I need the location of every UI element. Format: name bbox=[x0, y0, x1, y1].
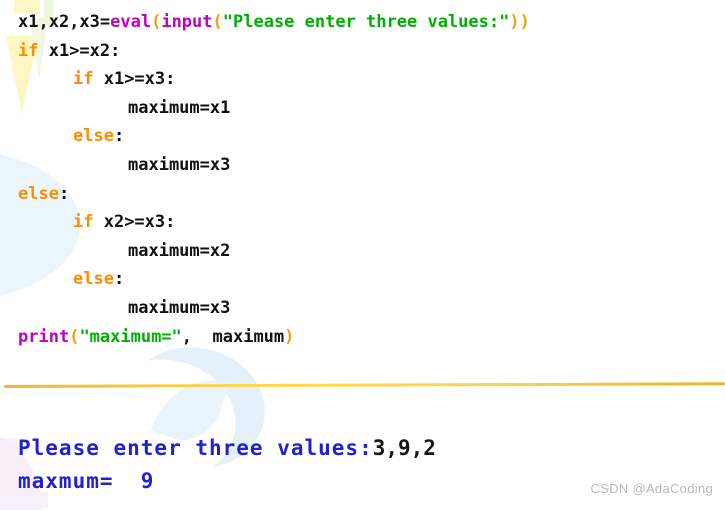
code-token-paren: ( bbox=[69, 326, 80, 347]
console-result-text: maxmum= 9 bbox=[18, 469, 155, 493]
code-listing: x1,x2,x3=eval(input("Please enter three … bbox=[0, 0, 725, 351]
code-line: maximum=x3 bbox=[0, 151, 725, 180]
code-token-plain: x1,x2,x3= bbox=[18, 12, 111, 32]
console-prompt-line: Please enter three values:3,9,2 bbox=[0, 432, 725, 465]
code-line: if x1>=x3: bbox=[0, 65, 725, 94]
code-token-keyword: if bbox=[73, 212, 94, 233]
section-divider bbox=[3, 382, 725, 388]
code-token-plain: , maximum bbox=[181, 326, 285, 347]
console-typed-input: 3,9,2 bbox=[372, 436, 436, 460]
code-token-plain: x2>=x3: bbox=[93, 212, 176, 233]
code-line: maximum=x2 bbox=[0, 237, 725, 266]
code-line: else: bbox=[0, 180, 725, 209]
code-line: else: bbox=[0, 265, 725, 294]
code-token-string: "maximum=" bbox=[79, 326, 182, 347]
code-token-plain: maximum=x3 bbox=[128, 297, 231, 318]
code-line: print("maximum=", maximum) bbox=[0, 323, 725, 352]
code-token-builtin: print bbox=[18, 326, 70, 347]
code-line: else: bbox=[0, 122, 725, 151]
code-token-plain: x1>=x2: bbox=[38, 40, 121, 61]
code-token-paren: ) bbox=[509, 12, 520, 32]
code-token-plain: maximum=x1 bbox=[128, 97, 231, 118]
code-token-paren: ( bbox=[151, 12, 162, 32]
code-token-paren: ) bbox=[519, 12, 530, 32]
code-token-plain: : bbox=[113, 269, 125, 290]
console-prompt-text: Please enter three values: bbox=[18, 436, 373, 460]
watermark: CSDN @AdaCoding bbox=[590, 481, 713, 496]
code-token-keyword: if bbox=[73, 69, 94, 90]
code-token-paren: ( bbox=[212, 12, 223, 32]
code-token-plain: maximum=x2 bbox=[128, 240, 231, 261]
code-token-builtin: input bbox=[161, 12, 213, 32]
code-token-string: "Please enter three values:" bbox=[222, 12, 510, 32]
code-token-plain: x1>=x3: bbox=[93, 69, 176, 90]
code-token-paren: ) bbox=[284, 326, 295, 347]
code-line: if x1>=x2: bbox=[0, 37, 725, 66]
code-line: maximum=x3 bbox=[0, 294, 725, 323]
code-token-builtin: eval bbox=[110, 12, 152, 32]
code-token-keyword: else bbox=[73, 269, 114, 290]
code-line: x1,x2,x3=eval(input("Please enter three … bbox=[0, 8, 725, 37]
code-token-keyword: if bbox=[18, 40, 39, 61]
code-token-keyword: else bbox=[18, 183, 59, 204]
code-token-keyword: else bbox=[73, 126, 114, 147]
code-token-plain: : bbox=[113, 126, 125, 147]
code-token-plain: : bbox=[58, 183, 70, 204]
code-token-plain: maximum=x3 bbox=[128, 154, 231, 175]
code-line: maximum=x1 bbox=[0, 94, 725, 123]
code-line: if x2>=x3: bbox=[0, 208, 725, 237]
